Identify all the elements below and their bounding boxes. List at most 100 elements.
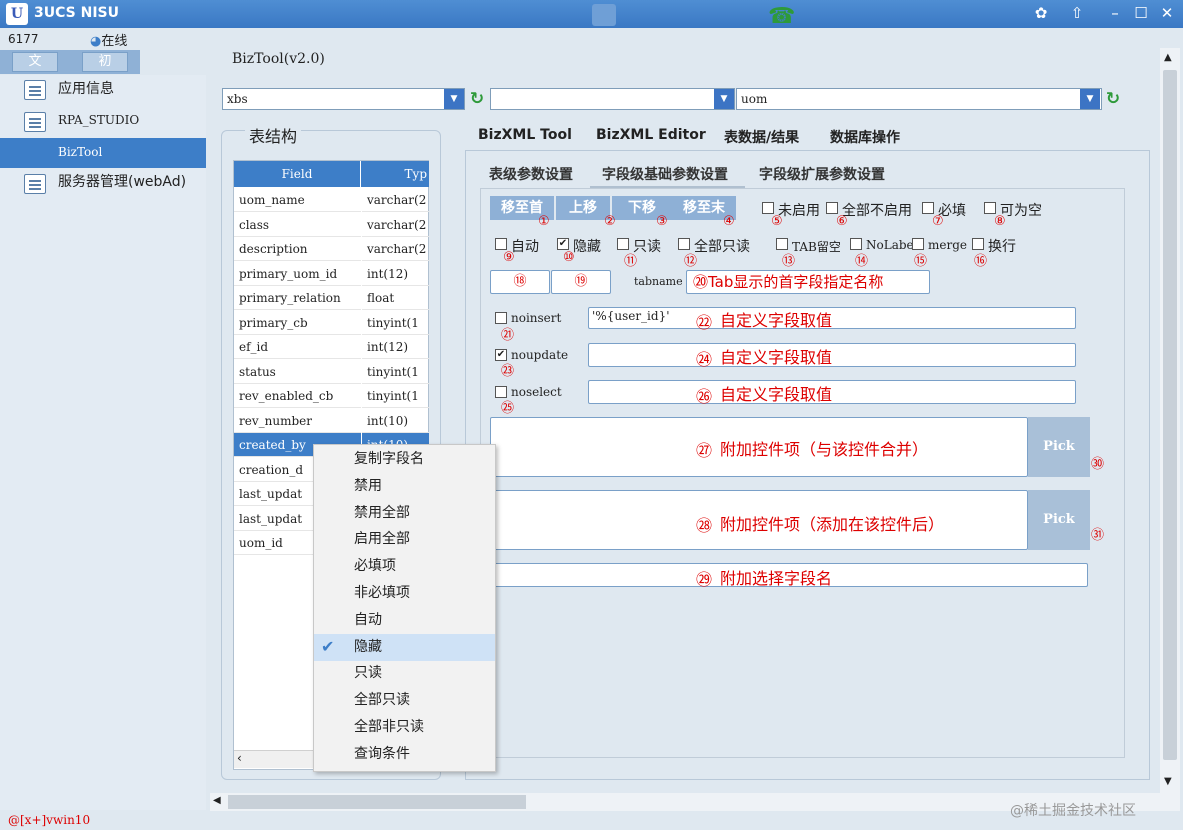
marker-19: ⑲ — [574, 274, 588, 289]
sidebar-item-label: 服务器管理(webAd) — [58, 174, 187, 190]
nolabel-label: NoLabe — [866, 238, 914, 252]
context-menu-item[interactable]: 启用全部 — [314, 526, 495, 553]
field-input-19[interactable]: ⑲ — [551, 270, 611, 294]
context-menu-item[interactable]: 禁用 — [314, 473, 495, 500]
db-select[interactable]: xbs — [222, 88, 465, 110]
context-menu-item[interactable]: 必填项 — [314, 553, 495, 580]
scroll-left-icon[interactable]: ◀ — [213, 795, 221, 806]
nolabel-checkbox[interactable] — [850, 238, 862, 250]
grid-cell-field[interactable]: primary_cb — [234, 311, 361, 335]
table-structure-title: 表结构 — [245, 123, 302, 147]
marker-22: ㉒ — [696, 313, 713, 332]
nullable-checkbox[interactable] — [984, 202, 996, 214]
marker-28: ㉘ — [696, 516, 713, 535]
tab-table-data[interactable]: 表数据/结果 — [724, 127, 799, 147]
context-menu-item[interactable]: 查询条件 — [314, 741, 495, 768]
tab-blank-checkbox[interactable] — [776, 238, 788, 250]
noinsert-checkbox[interactable] — [495, 312, 507, 324]
grid-cell-field[interactable]: rev_enabled_cb — [234, 384, 361, 408]
sidebar-item-label: BizTool — [58, 145, 103, 159]
grid-cell-field[interactable]: description — [234, 237, 361, 261]
auto-checkbox[interactable] — [495, 238, 507, 250]
newline-label: 换行 — [988, 239, 1016, 255]
readonly-checkbox[interactable] — [617, 238, 629, 250]
tab-bizxml-tool[interactable]: BizXML Tool — [478, 127, 572, 143]
tab-db-ops[interactable]: 数据库操作 — [830, 127, 900, 147]
pick-button-merge[interactable]: Pick — [1028, 417, 1090, 477]
grid-cell-type[interactable]: int(12) — [362, 262, 429, 286]
grid-cell-field[interactable]: status — [234, 360, 361, 384]
noselect-label: noselect — [511, 385, 562, 399]
context-menu-item[interactable]: 只读 — [314, 660, 495, 687]
grid-cell-type[interactable]: float — [362, 286, 429, 310]
grid-cell-field[interactable]: class — [234, 213, 361, 237]
grid-cell-field[interactable]: primary_relation — [234, 286, 361, 310]
scroll-down-icon[interactable]: ▼ — [1164, 776, 1172, 787]
minimize-button[interactable]: – — [1104, 4, 1126, 22]
context-menu-item[interactable]: 复制字段名 — [314, 446, 495, 473]
sidebar-item-label: 应用信息 — [58, 81, 114, 97]
grid-cell-field[interactable]: primary_uom_id — [234, 262, 361, 286]
tab-field-ext-params[interactable]: 字段级扩展参数设置 — [759, 164, 885, 184]
grid-cell-type[interactable]: tinyint(1 — [362, 360, 429, 384]
marker-12: ⑫ — [684, 254, 698, 269]
grid-cell-type[interactable]: varchar(2 — [362, 237, 429, 261]
maximize-button[interactable]: ☐ — [1130, 4, 1152, 22]
tab-field-basic-params[interactable]: 字段级基础参数设置 — [602, 164, 728, 184]
context-menu-item[interactable]: 禁用全部 — [314, 500, 495, 527]
scroll-left-icon[interactable]: ‹ — [237, 751, 242, 765]
grid-cell-field[interactable]: ef_id — [234, 335, 361, 359]
chevron-down-icon[interactable]: ▼ — [444, 89, 464, 109]
disabled-checkbox[interactable] — [762, 202, 774, 214]
close-button[interactable]: ✕ — [1156, 4, 1178, 22]
pick-button-after[interactable]: Pick — [1028, 490, 1090, 550]
field-input-18[interactable]: ⑱ — [490, 270, 550, 294]
move-up-button[interactable]: 上移 — [556, 196, 610, 220]
nav-tab-1[interactable]: 文 — [12, 52, 58, 72]
settings-icon[interactable]: ✿ — [1030, 4, 1052, 22]
chevron-down-icon[interactable]: ▼ — [714, 89, 734, 109]
context-menu-item[interactable]: 隐藏 — [314, 633, 495, 661]
sidebar-item-biztool[interactable]: BizTool — [0, 138, 206, 168]
context-menu-item[interactable]: 非必填项 — [314, 580, 495, 607]
all-disabled-checkbox[interactable] — [826, 202, 838, 214]
context-menu-item[interactable]: 自动 — [314, 607, 495, 634]
tab-bizxml-editor[interactable]: BizXML Editor — [596, 127, 706, 143]
marker-31: ㉛ — [1091, 528, 1105, 543]
grid-header-field[interactable]: Field — [234, 161, 360, 187]
nav-tab-2[interactable]: 初 — [82, 52, 128, 72]
grid-cell-type[interactable]: varchar(2 — [362, 188, 429, 212]
scroll-up-icon[interactable]: ▲ — [1164, 52, 1172, 63]
refresh-icon[interactable]: ↻ — [467, 89, 487, 109]
chevron-down-icon[interactable]: ▼ — [1080, 89, 1100, 109]
required-checkbox[interactable] — [922, 202, 934, 214]
newline-checkbox[interactable] — [972, 238, 984, 250]
tabname-label: tabname — [634, 275, 683, 288]
horizontal-scroll-thumb[interactable] — [228, 795, 526, 809]
hidden-checkbox[interactable]: ✔ — [557, 238, 569, 250]
grid-cell-type[interactable]: varchar(2 — [362, 213, 429, 237]
tabname-input[interactable]: ⑳Tab显示的首字段指定名称 — [686, 270, 930, 294]
grid-cell-type[interactable]: tinyint(1 — [362, 311, 429, 335]
grid-cell-type[interactable]: int(10) — [362, 409, 429, 433]
vertical-scroll-thumb[interactable] — [1163, 70, 1177, 760]
bottom-status-bar — [0, 812, 1183, 830]
all-readonly-checkbox[interactable] — [678, 238, 690, 250]
nullable-label: 可为空 — [1000, 203, 1042, 219]
tab-table-params[interactable]: 表级参数设置 — [489, 164, 573, 184]
refresh-icon[interactable]: ↻ — [1103, 89, 1123, 109]
marker-3: ③ — [656, 214, 668, 229]
grid-cell-field[interactable]: uom_name — [234, 188, 361, 212]
grid-cell-field[interactable]: rev_number — [234, 409, 361, 433]
context-menu-item[interactable]: 全部非只读 — [314, 714, 495, 741]
grid-cell-type[interactable]: tinyint(1 — [362, 384, 429, 408]
call-icon[interactable]: ☎ — [768, 4, 795, 29]
grid-header-type[interactable]: Typ — [361, 161, 429, 187]
upload-icon[interactable]: ⇧ — [1066, 4, 1088, 22]
grid-cell-type[interactable]: int(12) — [362, 335, 429, 359]
merge-checkbox[interactable] — [912, 238, 924, 250]
table-select[interactable]: uom — [736, 88, 1102, 110]
context-menu-item[interactable]: 全部只读 — [314, 687, 495, 714]
phone-device-icon[interactable] — [592, 4, 616, 26]
schema-select[interactable] — [490, 88, 735, 110]
